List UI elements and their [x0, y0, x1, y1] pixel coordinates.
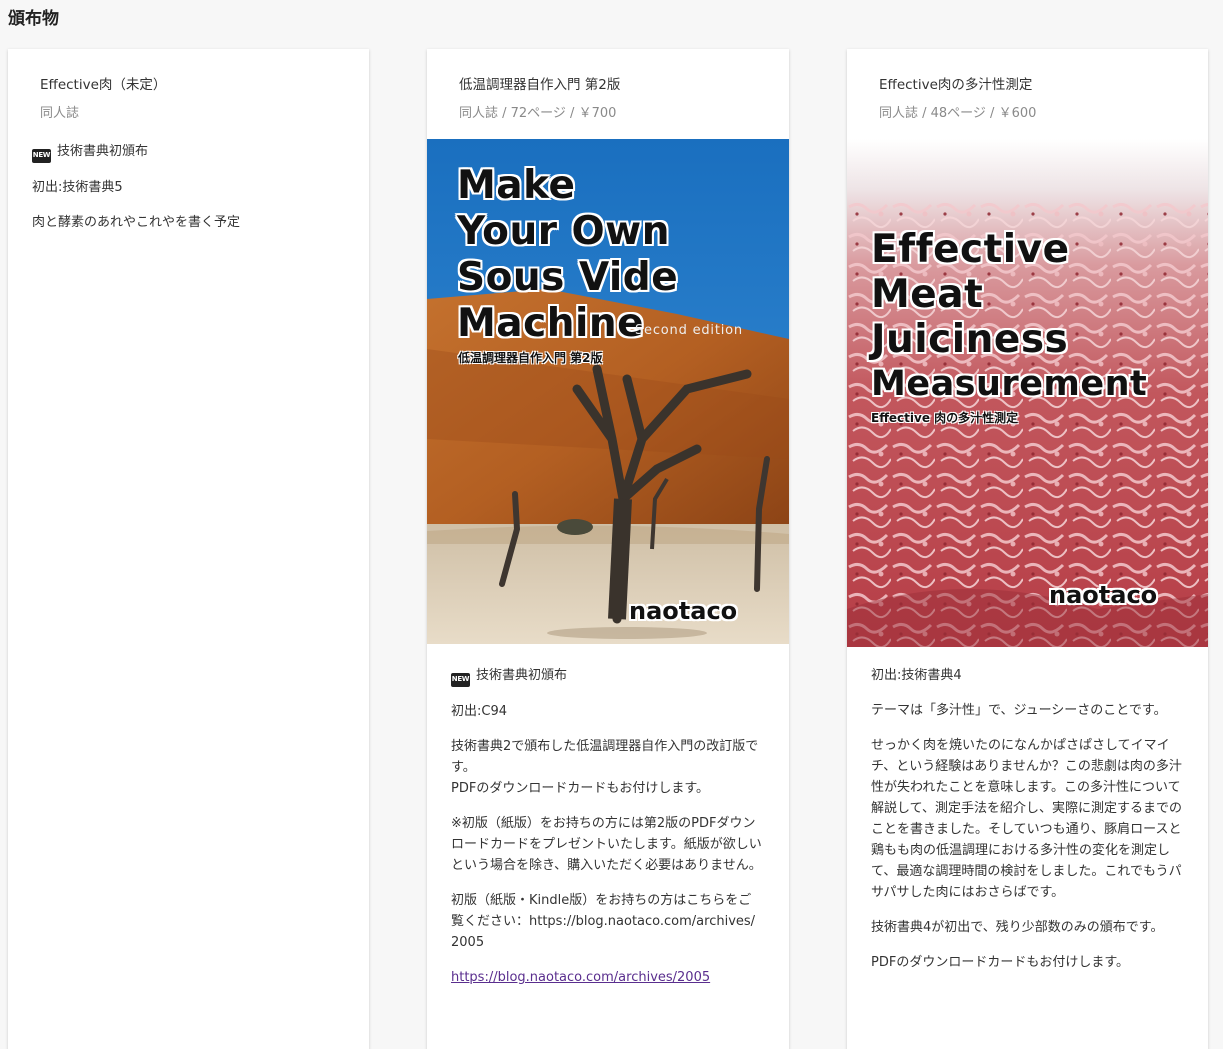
- archive-link[interactable]: https://blog.naotaco.com/archives/2005: [451, 970, 710, 985]
- item-card-meat-juiciness[interactable]: Effective肉の多汁性測定 同人誌 / 48ページ / ￥600 Effe…: [847, 49, 1208, 1049]
- card-subtitle: 同人誌 / 48ページ / ￥600: [879, 106, 1037, 121]
- description-paragraph: 技術書典2で頒布した低温調理器自作入門の改訂版です。 PDFのダウンロードカードも…: [451, 736, 763, 799]
- cover-title-line: Sous Vide: [457, 255, 679, 300]
- card-subtitle: 同人誌: [40, 106, 80, 121]
- new-badge-icon: NEW: [32, 149, 51, 163]
- first-appearance: 初出:技術書典4: [871, 668, 962, 683]
- description-paragraph: テーマは「多汁性」で、ジューシーさのことです。: [871, 703, 1167, 718]
- cover-author: naotaco: [629, 597, 738, 625]
- new-badge-icon: NEW: [451, 673, 470, 687]
- new-line: NEW 技術書典初頒布: [32, 141, 343, 163]
- new-line: NEW 技術書典初頒布: [451, 665, 763, 687]
- cover-title-line: Effective: [871, 227, 1070, 272]
- cover-title-line: Make: [457, 163, 576, 208]
- description-paragraph: 技術書典4が初出で、残り少部数のみの頒布です。: [871, 920, 1164, 935]
- card-body: 初出:技術書典4 テーマは「多汁性」で、ジューシーさのことです。 せっかく肉を焼…: [871, 665, 1182, 987]
- card-title: 低温調理器自作入門 第2版: [459, 77, 621, 93]
- cover-title: Make Your Own Sous Vide Machine: [457, 163, 678, 347]
- description-line: 技術書典2で頒布した低温調理器自作入門の改訂版です。: [451, 739, 759, 775]
- page-title: 頒布物: [8, 9, 59, 29]
- description-paragraph: 肉と酵素のあれやこれやを書く予定: [32, 215, 241, 230]
- description-paragraph: 初版（紙版・Kindle版）をお持ちの方はこちらをご覧ください：https://…: [451, 893, 756, 950]
- card-title: Effective肉の多汁性測定: [879, 77, 1033, 93]
- first-appearance: 初出:技術書典5: [32, 180, 123, 195]
- description-paragraph: せっかく肉を焼いたのになんかぱさぱさしてイマイチ、という経験はありませんか？この…: [871, 738, 1182, 900]
- description-paragraph: ※初版（紙版）をお持ちの方には第2版のPDFダウンロードカードをプレゼントいたし…: [451, 816, 762, 873]
- cover-title-line: Juiciness: [871, 317, 1069, 362]
- card-body: NEW 技術書典初頒布 初出:技術書典5 肉と酵素のあれやこれやを書く予定: [32, 141, 343, 247]
- cover-subtitle: 低温調理器自作入門 第2版: [458, 351, 603, 365]
- card-body: NEW 技術書典初頒布 初出:C94 技術書典2で頒布した低温調理器自作入門の改訂…: [451, 665, 763, 1002]
- cover-subtitle: Effective 肉の多汁性測定: [871, 411, 1019, 425]
- cover-author: naotaco: [1049, 581, 1158, 609]
- card-subtitle: 同人誌 / 72ページ / ￥700: [459, 106, 617, 121]
- cover-title-line: Measurement: [871, 364, 1148, 404]
- cover-title-line: Meat: [871, 272, 984, 317]
- cover-title: Effective Meat Juiciness Measurement: [871, 227, 1147, 407]
- new-text: 技術書典初頒布: [476, 668, 568, 683]
- item-card-sous-vide[interactable]: 低温調理器自作入門 第2版 同人誌 / 72ページ / ￥700 Make Yo…: [427, 49, 789, 1049]
- new-text: 技術書典初頒布: [57, 144, 149, 159]
- book-cover-image[interactable]: Make Your Own Sous Vide Machine Second e…: [427, 139, 789, 644]
- description-line: PDFのダウンロードカードもお付けします。: [451, 781, 710, 796]
- book-cover-image[interactable]: Effective Meat Juiciness Measurement Eff…: [847, 139, 1208, 647]
- cover-edition: Second edition: [635, 323, 743, 338]
- first-appearance: 初出:C94: [451, 704, 507, 719]
- card-title: Effective肉（未定）: [40, 77, 167, 93]
- cover-title-line: Your Own: [457, 209, 670, 254]
- item-card-effective-meat-tbd[interactable]: Effective肉（未定） 同人誌 NEW 技術書典初頒布 初出:技術書典5 肉…: [8, 49, 369, 1049]
- description-paragraph: PDFのダウンロードカードもお付けします。: [871, 955, 1130, 970]
